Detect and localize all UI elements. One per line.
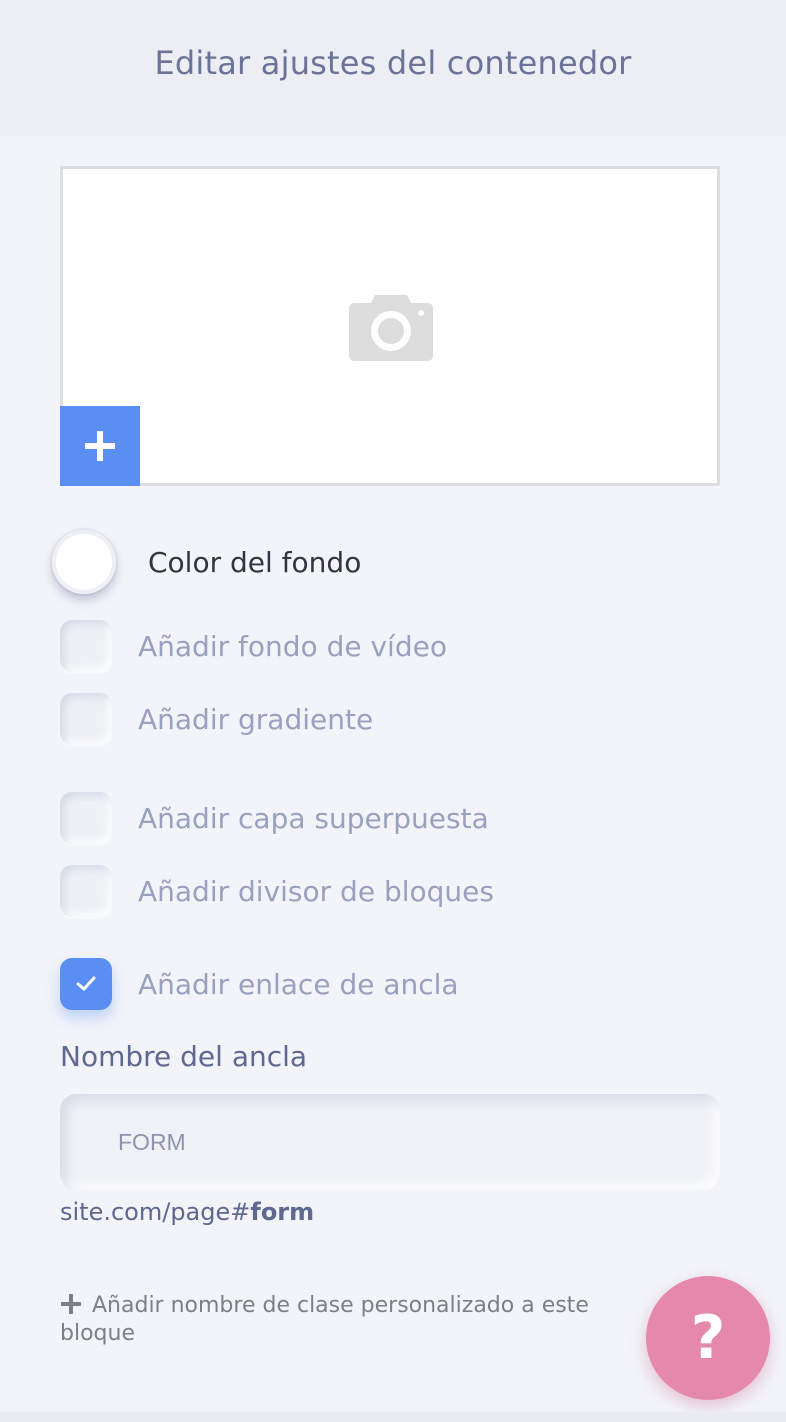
- block-divider-label: Añadir divisor de bloques: [138, 874, 494, 908]
- anchor-url-slug: form: [250, 1198, 315, 1226]
- panel-title: Editar ajustes del contenedor: [154, 44, 632, 82]
- option-gradient[interactable]: Añadir gradiente: [60, 693, 720, 745]
- anchor-url-prefix: site.com/page#: [60, 1198, 251, 1226]
- add-custom-class-link[interactable]: Añadir nombre de clase personalizado a e…: [60, 1292, 660, 1348]
- anchor-name-input[interactable]: [60, 1094, 720, 1190]
- plus-icon: [85, 431, 115, 461]
- overlay-label: Añadir capa superpuesta: [138, 801, 489, 835]
- anchor-link-checkbox[interactable]: [60, 958, 112, 1010]
- anchor-name-title: Nombre del ancla: [60, 1040, 308, 1073]
- help-button[interactable]: ?: [646, 1276, 770, 1400]
- video-background-label: Añadir fondo de vídeo: [138, 629, 447, 663]
- background-image-picker[interactable]: [60, 166, 720, 486]
- option-block-divider[interactable]: Añadir divisor de bloques: [60, 865, 720, 917]
- background-color-row: Color del fondo: [52, 530, 712, 594]
- option-anchor-link[interactable]: Añadir enlace de ancla: [60, 958, 720, 1010]
- add-image-button[interactable]: [60, 406, 140, 486]
- block-divider-checkbox[interactable]: [60, 865, 112, 917]
- camera-icon: [349, 295, 433, 361]
- background-color-label: Color del fondo: [148, 545, 362, 579]
- plus-icon: [61, 1294, 81, 1314]
- custom-class-label: Añadir nombre de clase personalizado a e…: [60, 1293, 589, 1346]
- help-icon: ?: [690, 1303, 726, 1373]
- overlay-checkbox[interactable]: [60, 792, 112, 844]
- option-overlay[interactable]: Añadir capa superpuesta: [60, 792, 720, 844]
- checkmark-icon: [76, 976, 96, 991]
- anchor-url-preview: site.com/page#form: [60, 1198, 314, 1226]
- gradient-checkbox[interactable]: [60, 693, 112, 745]
- video-background-checkbox[interactable]: [60, 620, 112, 672]
- anchor-link-label: Añadir enlace de ancla: [138, 967, 459, 1001]
- background-color-swatch[interactable]: [52, 530, 116, 594]
- option-video-background[interactable]: Añadir fondo de vídeo: [60, 620, 720, 672]
- bottom-divider: [0, 1412, 786, 1422]
- panel-header: Editar ajustes del contenedor: [0, 0, 786, 136]
- gradient-label: Añadir gradiente: [138, 702, 374, 736]
